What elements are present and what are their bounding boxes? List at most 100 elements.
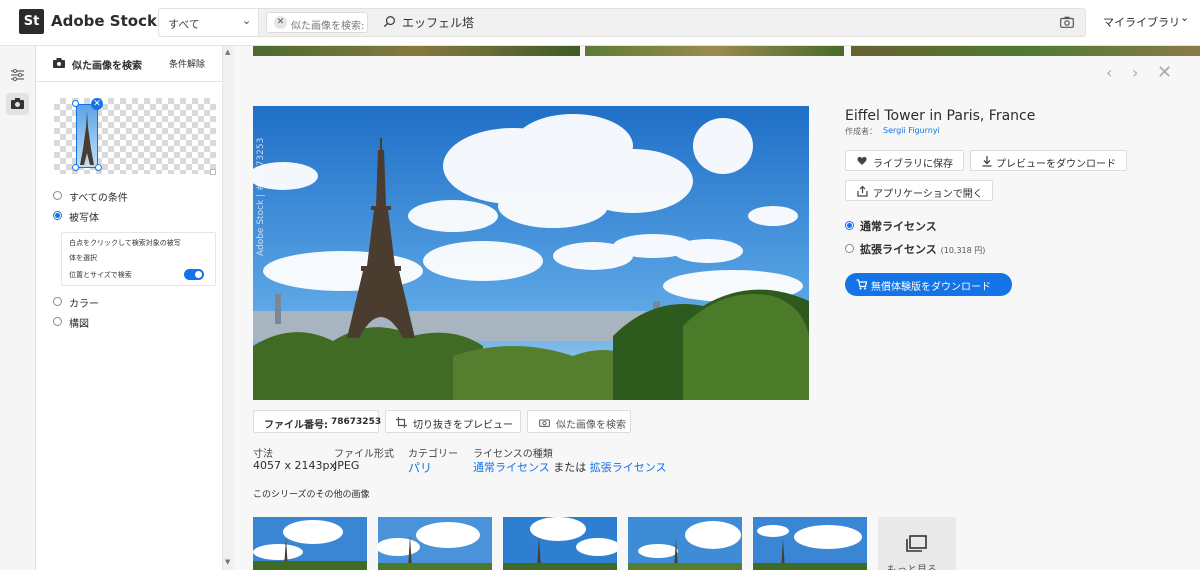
open-in-app-label: アプリケーションで開く <box>873 189 983 200</box>
adobe-stock-logo[interactable]: St <box>19 9 44 34</box>
cart-icon <box>856 279 867 290</box>
license-or-text: または <box>553 461 587 474</box>
chevron-left-icon[interactable]: ‹ <box>1106 63 1112 82</box>
option-label: カラー <box>69 299 99 310</box>
search-scope-label: すべて <box>168 18 200 31</box>
find-similar-button[interactable]: 似た画像を検索 <box>527 410 631 433</box>
camera-search-icon[interactable] <box>1060 16 1074 28</box>
position-size-label: 位置とサイズで検索 <box>69 271 132 279</box>
eiffel-tower-thumbnail <box>80 111 94 165</box>
panel-scrollbar[interactable]: ▲ ▼ <box>222 46 234 570</box>
save-to-library-button[interactable]: ライブラリに保存 <box>845 150 964 171</box>
chevron-right-icon[interactable]: › <box>1132 63 1138 82</box>
series-thumbnail[interactable] <box>753 517 867 570</box>
brand-name[interactable]: Adobe Stock <box>51 12 157 30</box>
heart-icon <box>857 156 867 165</box>
subject-selection-box[interactable] <box>76 104 98 168</box>
query-image-canvas[interactable]: ✕ <box>54 98 216 174</box>
see-more-tile[interactable]: もっと見る <box>878 517 956 570</box>
license-type-values: 通常ライセンス または 拡張ライセンス <box>473 459 667 475</box>
option-label: 構図 <box>69 319 89 330</box>
resize-handle[interactable] <box>95 164 102 171</box>
left-rail <box>0 46 36 570</box>
license-extended-price: (10,318 円) <box>940 246 986 255</box>
close-icon[interactable]: ✕ <box>1157 62 1172 83</box>
remove-selection-icon[interactable]: ✕ <box>91 98 103 110</box>
result-thumbnail[interactable] <box>253 46 580 56</box>
search-scope-select[interactable]: すべて ⌄ <box>159 9 259 36</box>
search-bar: すべて ⌄ ✕ 似た画像を検索: <box>158 8 1086 37</box>
crop-preview-label: 切り抜きをプレビュー <box>413 420 513 431</box>
close-icon[interactable]: ✕ <box>274 16 287 29</box>
camera-icon[interactable] <box>6 93 29 115</box>
crop-preview-button[interactable]: 切り抜きをプレビュー <box>385 410 521 433</box>
save-to-library-label: ライブラリに保存 <box>873 159 953 170</box>
standard-license-link[interactable]: 通常ライセンス <box>473 461 550 474</box>
camera-icon <box>53 58 65 68</box>
free-trial-download-button[interactable]: 無償体験版をダウンロード <box>845 273 1012 296</box>
image-title: Eiffel Tower in Paris, France <box>845 108 1036 124</box>
file-number-value: 78673253 <box>331 417 382 427</box>
download-icon <box>982 156 992 167</box>
my-library-menu[interactable]: マイライブラリ <box>1103 14 1180 30</box>
result-thumbnail[interactable] <box>585 46 844 56</box>
chevron-down-icon: ⌄ <box>242 14 252 27</box>
radio-button[interactable] <box>53 317 62 326</box>
format-value: JPEG <box>334 459 360 472</box>
see-more-label: もっと見る <box>887 561 937 570</box>
author-link[interactable]: Sergii Figurnyi <box>883 126 940 135</box>
free-trial-label: 無償体験版をダウンロード <box>871 282 991 293</box>
series-thumbnail[interactable] <box>253 517 367 570</box>
watermark-text: Adobe Stock | #78673253 <box>256 137 266 256</box>
subject-suboptions: 白点をクリックして検索対象の被写 体を選択 位置とサイズで検索 <box>61 232 216 286</box>
file-number-label: ファイル番号: <box>264 420 328 431</box>
file-number-box: ファイル番号: 78673253 <box>253 410 382 433</box>
radio-button[interactable] <box>53 297 62 306</box>
eiffel-tower-photo <box>253 106 809 400</box>
license-type-label: ライセンスの種類 <box>473 449 553 460</box>
download-preview-label: プレビューをダウンロード <box>996 159 1116 170</box>
radio-button[interactable] <box>53 211 62 220</box>
similar-search-chip[interactable]: ✕ 似た画像を検索: <box>266 12 368 33</box>
divider <box>36 81 222 82</box>
result-thumbnail[interactable] <box>851 46 1200 56</box>
similar-search-panel: 似た画像を検索 条件解除 ✕ すべての条件 被写体 白点をクリックして検索対象の… <box>36 46 222 570</box>
download-preview-button[interactable]: プレビューをダウンロード <box>970 150 1127 171</box>
filter-sliders-icon[interactable] <box>6 64 29 86</box>
crop-icon <box>396 417 407 428</box>
option-label: 被写体 <box>69 213 99 224</box>
clear-conditions-link[interactable]: 条件解除 <box>169 57 205 70</box>
subject-hint-text: 体を選択 <box>69 254 97 262</box>
series-thumbnail[interactable] <box>628 517 742 570</box>
preview-image[interactable]: Adobe Stock | #78673253 <box>253 106 809 400</box>
resize-handle[interactable] <box>72 100 79 107</box>
share-icon <box>857 186 868 197</box>
series-section-title: このシリーズのその他の画像 <box>253 490 370 500</box>
chevron-down-icon[interactable]: ⌄ <box>1180 11 1189 24</box>
resize-handle[interactable] <box>72 164 79 171</box>
size-value: 4057 x 2143px <box>253 459 336 472</box>
category-link[interactable]: パリ <box>408 459 432 476</box>
extended-license-link[interactable]: 拡張ライセンス <box>590 461 667 474</box>
radio-button[interactable] <box>53 191 62 200</box>
format-label: ファイル形式 <box>334 449 394 460</box>
license-extended-label: 拡張ライセンス (10,318 円) <box>860 243 986 256</box>
search-icon <box>383 16 395 28</box>
similar-search-chip-label: 似た画像を検索: <box>291 21 365 32</box>
author-label: 作成者： <box>845 127 877 136</box>
open-in-app-button[interactable]: アプリケーションで開く <box>845 180 993 201</box>
radio-button[interactable] <box>845 221 854 230</box>
series-thumbnail[interactable] <box>378 517 492 570</box>
category-label: カテゴリー <box>408 449 458 460</box>
size-label: 寸法 <box>253 449 273 460</box>
camera-icon <box>539 419 550 427</box>
radio-button[interactable] <box>845 244 854 253</box>
scroll-up-icon[interactable]: ▲ <box>225 48 230 56</box>
search-input[interactable] <box>402 13 1002 32</box>
subject-hint-text: 白点をクリックして検索対象の被写 <box>69 239 181 247</box>
series-thumbnail[interactable] <box>503 517 617 570</box>
position-size-toggle[interactable] <box>184 269 204 280</box>
scroll-down-icon[interactable]: ▼ <box>225 558 230 566</box>
image-detail-view: ‹ › ✕ Adobe Stock | #78673253 ファイル番号: 78… <box>234 46 1200 570</box>
canvas-resize-grip[interactable] <box>210 169 216 175</box>
